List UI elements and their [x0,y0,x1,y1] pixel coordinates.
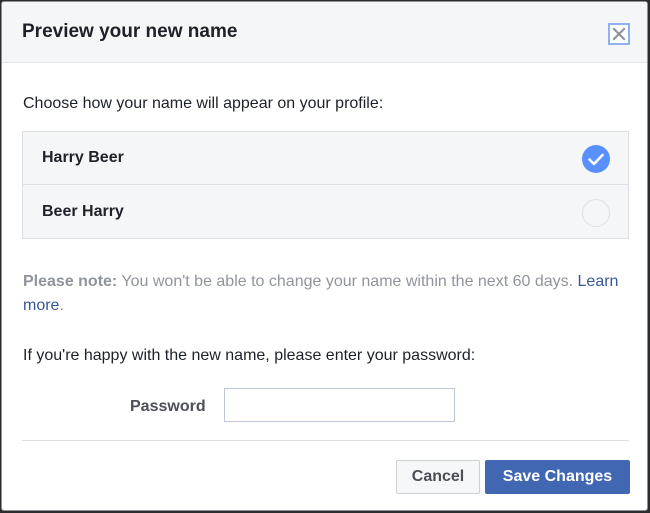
name-option-beer-harry[interactable]: Beer Harry [23,186,628,239]
name-option-label: Beer Harry [42,203,124,220]
footer-divider [22,440,629,441]
password-label: Password [130,398,206,415]
checkmark-icon [588,153,604,165]
save-changes-button[interactable]: Save Changes [485,460,630,494]
cancel-button[interactable]: Cancel [396,460,480,494]
name-change-note: Please note: You won't be able to change… [23,270,633,318]
unchecked-radio-icon[interactable] [582,199,610,227]
name-prompt: Choose how your name will appear on your… [23,95,384,112]
name-option-harry-beer[interactable]: Harry Beer [23,132,628,185]
dialog-header: Preview your new name [2,2,647,63]
close-icon [612,27,626,41]
password-input[interactable] [224,388,455,422]
password-prompt: If you're happy with the new name, pleas… [23,347,476,364]
name-options: Harry Beer Beer Harry [22,131,629,239]
name-preview-dialog: Preview your new name Choose how your na… [1,1,648,511]
note-heading: Please note: [23,273,118,290]
name-option-label: Harry Beer [42,149,124,166]
checked-radio-icon[interactable] [582,145,610,173]
note-link-suffix: . [59,297,64,314]
close-button[interactable] [608,23,630,45]
dialog-title: Preview your new name [22,21,238,42]
note-text: You won't be able to change your name wi… [117,273,574,290]
